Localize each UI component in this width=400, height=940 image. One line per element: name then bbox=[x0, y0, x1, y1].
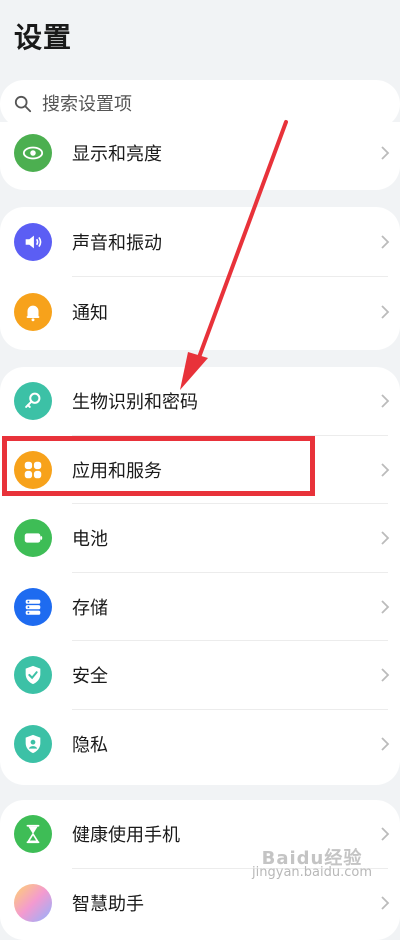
chevron-right-icon bbox=[381, 737, 390, 751]
eye-icon bbox=[14, 134, 52, 172]
setting-label: 通知 bbox=[72, 303, 108, 324]
setting-item-storage[interactable]: 存储 bbox=[0, 573, 400, 641]
chevron-right-icon bbox=[381, 896, 390, 910]
battery-icon bbox=[14, 519, 52, 558]
chevron-right-icon bbox=[381, 305, 390, 319]
setting-item-display-brightness[interactable]: 显示和亮度 bbox=[0, 122, 400, 184]
watermark: Baidu经验 jingyan.baidu.com bbox=[252, 848, 372, 880]
setting-label: 存储 bbox=[72, 597, 108, 619]
search-input[interactable] bbox=[40, 92, 344, 116]
chevron-right-icon bbox=[381, 146, 390, 160]
setting-label: 生物识别和密码 bbox=[72, 392, 198, 414]
setting-label: 安全 bbox=[72, 666, 108, 688]
settings-group-system: 生物识别和密码 应用和服务 电池 存储 安全 隐私 bbox=[0, 367, 400, 785]
settings-group-sound: 声音和振动 通知 bbox=[0, 207, 400, 350]
chevron-right-icon bbox=[381, 463, 390, 477]
setting-label: 应用和服务 bbox=[72, 460, 162, 482]
apps-grid-icon bbox=[14, 450, 52, 489]
assistant-icon bbox=[14, 883, 52, 922]
search-bar[interactable] bbox=[0, 80, 400, 128]
setting-item-security[interactable]: 安全 bbox=[0, 641, 400, 710]
chevron-right-icon bbox=[381, 668, 390, 682]
watermark-brand: Baidu经验 bbox=[261, 848, 363, 869]
chevron-right-icon bbox=[381, 600, 390, 614]
chevron-right-icon bbox=[381, 235, 390, 249]
settings-group-display: 显示和亮度 bbox=[0, 122, 400, 190]
hourglass-icon bbox=[14, 815, 52, 854]
setting-label: 显示和亮度 bbox=[72, 144, 162, 165]
search-icon bbox=[14, 95, 32, 113]
setting-item-biometrics-password[interactable]: 生物识别和密码 bbox=[0, 367, 400, 436]
chevron-right-icon bbox=[381, 394, 390, 408]
bell-icon bbox=[14, 293, 52, 331]
setting-item-sound-vibration[interactable]: 声音和振动 bbox=[0, 207, 400, 277]
chevron-right-icon bbox=[381, 531, 390, 545]
watermark-url: jingyan.baidu.com bbox=[252, 865, 372, 880]
speaker-icon bbox=[14, 223, 52, 261]
setting-label: 健康使用手机 bbox=[72, 825, 180, 847]
setting-label: 智慧助手 bbox=[72, 893, 144, 915]
setting-item-privacy[interactable]: 隐私 bbox=[0, 710, 400, 779]
setting-item-apps-services[interactable]: 应用和服务 bbox=[0, 436, 400, 504]
setting-item-battery[interactable]: 电池 bbox=[0, 504, 400, 573]
page-title: 设置 bbox=[14, 21, 73, 54]
setting-label: 电池 bbox=[72, 529, 108, 551]
storage-icon bbox=[14, 587, 52, 626]
setting-item-notifications[interactable]: 通知 bbox=[0, 277, 400, 347]
setting-label: 隐私 bbox=[72, 734, 108, 756]
key-icon bbox=[14, 382, 52, 421]
chevron-right-icon bbox=[381, 827, 390, 841]
privacy-shield-icon bbox=[14, 724, 52, 763]
shield-check-icon bbox=[14, 656, 52, 695]
setting-label: 声音和振动 bbox=[72, 233, 162, 254]
